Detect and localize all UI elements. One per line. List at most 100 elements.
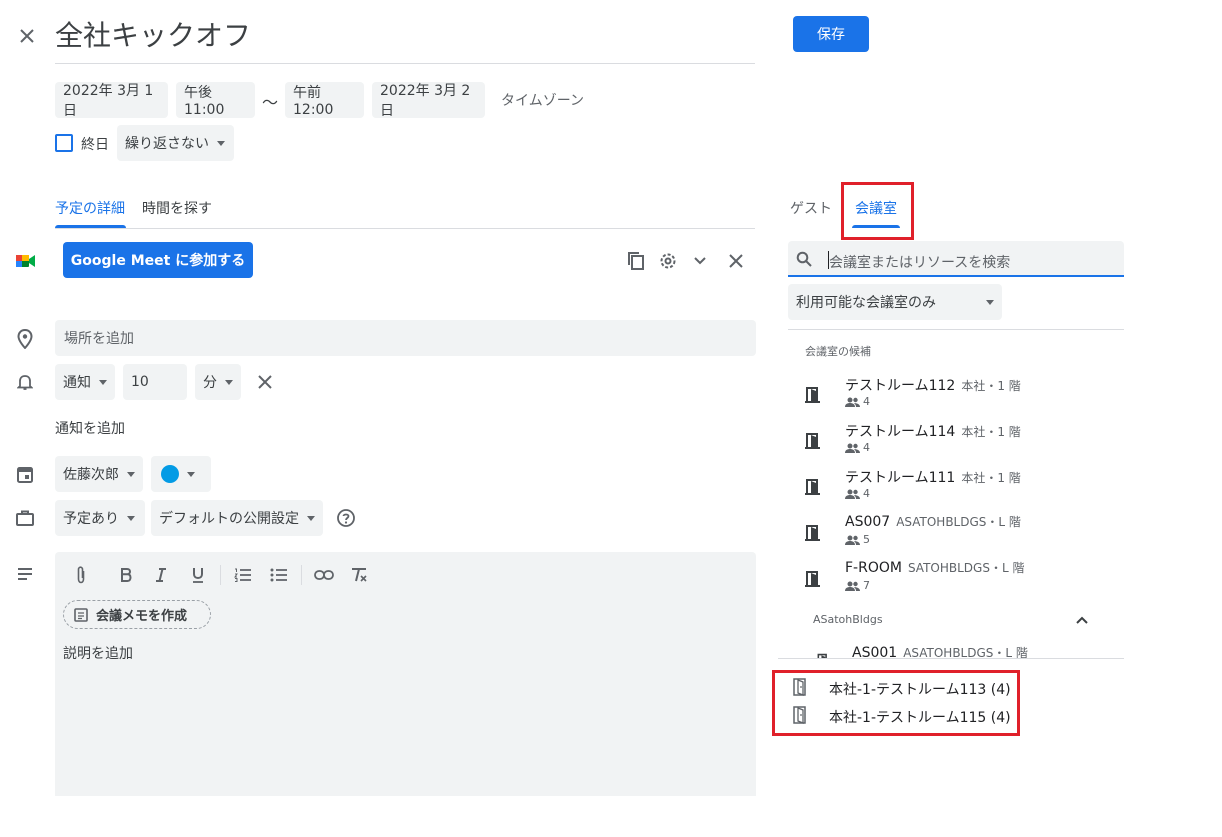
- dropdown-item-label: 本社-1-テストルーム113 (4): [829, 682, 1011, 698]
- chevron-down-icon: [986, 299, 994, 305]
- range-separator: 〜: [262, 93, 279, 112]
- start-time-button[interactable]: 午後11:00: [176, 82, 255, 118]
- close-icon[interactable]: [15, 24, 39, 48]
- room-search-placeholder: 会議室またはリソースを検索: [829, 255, 1011, 271]
- door-icon: [805, 571, 820, 587]
- calendar-icon: [13, 462, 37, 486]
- door-outline-icon: [793, 706, 806, 724]
- attachment-icon[interactable]: [70, 564, 92, 586]
- join-google-meet-button[interactable]: Google Meet に参加する: [63, 242, 253, 278]
- room-location: 本社・1 階: [961, 425, 1021, 439]
- chevron-up-icon[interactable]: [1070, 608, 1094, 632]
- room-location: 本社・1 階: [961, 379, 1021, 393]
- repeat-select[interactable]: 繰り返さない: [117, 125, 234, 161]
- add-notification-link[interactable]: 通知を追加: [55, 418, 125, 438]
- event-color-select[interactable]: [151, 456, 211, 492]
- list-item[interactable]: テストルーム112 本社・1 階 4: [788, 372, 1124, 418]
- end-time-label: 午前12:00: [293, 85, 334, 118]
- chevron-down-icon: [307, 515, 315, 521]
- people-icon: [845, 397, 860, 407]
- description-lines-icon: [13, 562, 37, 586]
- notification-type-value: 通知: [63, 375, 91, 391]
- save-button[interactable]: 保存: [793, 16, 869, 52]
- end-date-button[interactable]: 2022年 3月 2日: [372, 82, 485, 119]
- location-input[interactable]: 場所を追加: [55, 320, 756, 356]
- tab-event-details[interactable]: 予定の詳細: [55, 198, 125, 218]
- dropdown-item[interactable]: 本社-1-テストルーム115 (4): [778, 701, 1018, 726]
- dropdown-item[interactable]: 本社-1-テストルーム113 (4): [778, 673, 1018, 698]
- join-google-meet-label: Google Meet に参加する: [70, 253, 246, 269]
- remove-notification-icon[interactable]: [253, 370, 277, 394]
- help-icon[interactable]: [334, 506, 358, 530]
- room-name: テストルーム114: [845, 424, 956, 440]
- underline-icon[interactable]: [187, 564, 209, 586]
- link-icon[interactable]: [313, 564, 335, 586]
- numbered-list-icon[interactable]: [232, 564, 254, 586]
- list-item[interactable]: テストルーム114 本社・1 階 4: [788, 418, 1124, 464]
- notification-type-select[interactable]: 通知: [55, 364, 115, 400]
- room-search-input[interactable]: 会議室またはリソースを検索: [788, 241, 1124, 277]
- availability-value: 予定あり: [63, 511, 119, 527]
- create-meeting-notes-button[interactable]: 会議メモを作成: [63, 600, 211, 629]
- room-filter-select[interactable]: 利用可能な会議室のみ: [788, 284, 1002, 320]
- room-capacity: 5: [863, 533, 870, 546]
- gear-icon[interactable]: [656, 249, 680, 273]
- room-capacity: 4: [863, 395, 870, 408]
- notes-icon: [74, 607, 88, 622]
- bulleted-list-icon[interactable]: [268, 564, 290, 586]
- timezone-button[interactable]: タイムゾーン: [501, 90, 584, 110]
- description-editor[interactable]: [55, 552, 756, 796]
- room-filter-value: 利用可能な会議室のみ: [796, 295, 936, 311]
- people-icon: [845, 443, 860, 453]
- tab-rooms[interactable]: 会議室: [855, 198, 897, 218]
- end-time-button[interactable]: 午前12:00: [285, 82, 364, 118]
- title-field[interactable]: 全社キックオフ: [55, 16, 755, 64]
- remove-meet-icon[interactable]: [724, 249, 748, 273]
- location-placeholder: 場所を追加: [64, 331, 134, 347]
- tab-find-time[interactable]: 時間を探す: [142, 198, 212, 218]
- list-item[interactable]: F-ROOM SATOHBLDGS・L 階 7: [788, 556, 1124, 602]
- briefcase-icon: [13, 506, 37, 530]
- list-item[interactable]: AS001 ASATOHBLDGS・L 階: [788, 640, 1124, 658]
- save-button-label: 保存: [817, 27, 845, 43]
- room-location: ASATOHBLDGS・L 階: [896, 515, 1021, 529]
- room-name: F-ROOM: [845, 560, 902, 576]
- room-group-header[interactable]: ASatohBldgs: [813, 613, 883, 626]
- start-time-label: 午後11:00: [184, 85, 225, 118]
- color-swatch: [161, 465, 179, 483]
- chevron-down-icon: [225, 379, 233, 385]
- room-name: AS007: [845, 514, 891, 530]
- bold-icon[interactable]: [115, 564, 137, 586]
- copy-icon[interactable]: [624, 249, 648, 273]
- toolbar-divider: [301, 565, 302, 585]
- room-suggestions-dropdown: 本社-1-テストルーム113 (4) 本社-1-テストルーム115 (4): [778, 658, 1124, 734]
- clear-formatting-icon[interactable]: [348, 564, 370, 586]
- chevron-down-icon[interactable]: [688, 249, 712, 273]
- list-item[interactable]: テストルーム111 本社・1 階 4: [788, 464, 1124, 510]
- people-icon: [845, 581, 860, 591]
- chevron-down-icon: [127, 471, 135, 477]
- start-date-button[interactable]: 2022年 3月 1日: [55, 82, 168, 119]
- chevron-down-icon: [217, 140, 225, 146]
- room-capacity: 4: [863, 487, 870, 500]
- availability-select[interactable]: 予定あり: [55, 500, 145, 536]
- list-item[interactable]: AS007 ASATOHBLDGS・L 階 5: [788, 510, 1124, 556]
- tab-guests[interactable]: ゲスト: [790, 198, 832, 218]
- toolbar-divider: [220, 565, 221, 585]
- notification-unit-value: 分: [203, 375, 217, 391]
- room-name: テストルーム111: [845, 470, 956, 486]
- calendar-owner-select[interactable]: 佐藤次郎: [55, 456, 143, 492]
- start-date-label: 2022年 3月 1日: [63, 83, 154, 119]
- notification-value-input[interactable]: 10: [123, 364, 187, 400]
- italic-icon[interactable]: [150, 564, 172, 586]
- visibility-value: デフォルトの公開設定: [159, 511, 299, 527]
- allday-checkbox[interactable]: [55, 134, 73, 152]
- tab-rooms-indicator: [852, 225, 900, 228]
- room-location: SATOHBLDGS・L 階: [907, 561, 1025, 575]
- notification-unit-select[interactable]: 分: [195, 364, 241, 400]
- visibility-select[interactable]: デフォルトの公開設定: [151, 500, 323, 536]
- bell-icon: [13, 370, 37, 394]
- door-icon: [805, 479, 820, 495]
- door-icon: [805, 525, 820, 541]
- room-capacity: 7: [863, 579, 870, 592]
